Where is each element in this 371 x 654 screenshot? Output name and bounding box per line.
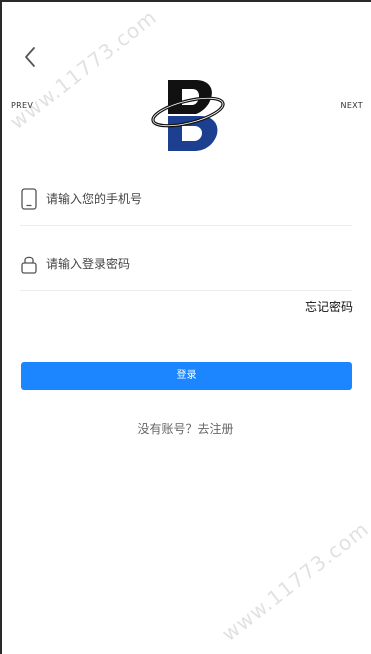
lock-icon [20,253,38,275]
password-field [20,241,352,291]
back-button[interactable] [20,44,42,70]
phone-field [20,176,352,226]
chevron-left-icon [20,44,42,70]
login-button[interactable]: 登录 [21,362,352,390]
watermark: www.11773.com [217,516,371,646]
brand-logo [150,76,226,154]
phone-icon [20,188,38,210]
carousel-next-button[interactable]: NEXT [341,101,363,110]
frame-edge [0,0,2,654]
phone-input[interactable] [46,187,346,211]
forgot-password-link[interactable]: 忘记密码 [305,298,353,315]
register-link[interactable]: 没有账号？去注册 [0,420,371,437]
password-input[interactable] [46,252,346,276]
frame-edge [0,0,371,2]
